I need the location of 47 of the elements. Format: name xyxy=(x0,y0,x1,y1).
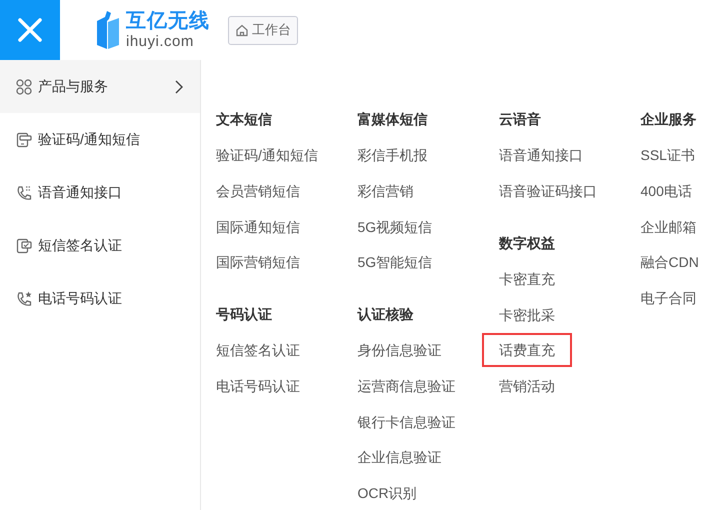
brand-domain: ihuyi.com xyxy=(126,34,195,49)
menu-link[interactable]: 400电话 xyxy=(624,174,694,208)
phone-message-icon xyxy=(16,132,32,148)
menu-link[interactable]: 国际营销短信 xyxy=(199,245,302,280)
category-heading: 富媒体短信 xyxy=(358,110,428,129)
close-icon xyxy=(17,17,43,43)
category-heading: 云语音 xyxy=(499,110,541,129)
sidebar-item[interactable]: 产品与服务 xyxy=(0,60,200,113)
menu-link[interactable]: SSL证书 xyxy=(624,138,697,172)
menu-link[interactable]: 短信签名认证 xyxy=(199,333,302,368)
menu-link[interactable]: 验证码/通知短信 xyxy=(199,138,320,172)
grid-icon xyxy=(16,78,32,94)
menu-link[interactable]: 5G智能短信 xyxy=(340,245,434,280)
category-heading: 数字权益 xyxy=(499,234,555,253)
category-heading: 号码认证 xyxy=(216,306,272,324)
menu-link[interactable]: OCR识别 xyxy=(340,476,419,510)
menu-link[interactable]: 电子合同 xyxy=(624,280,698,315)
menu-link[interactable]: 运营商信息验证 xyxy=(340,368,458,403)
category-heading: 文本短信 xyxy=(216,110,272,129)
phone-icon xyxy=(16,184,32,200)
category-heading: 企业服务 xyxy=(640,110,696,129)
menu-link[interactable]: 彩信手机报 xyxy=(340,138,430,172)
menu-link[interactable]: 彩信营销 xyxy=(340,174,416,208)
menu-link[interactable]: 话费直充 xyxy=(482,333,572,368)
home-icon xyxy=(235,23,249,37)
logo-icon xyxy=(95,11,120,49)
menu-link[interactable]: 卡密直充 xyxy=(482,262,557,296)
menu-link[interactable]: 企业信息验证 xyxy=(340,440,444,474)
chevron-right-icon xyxy=(174,80,184,94)
menu-link[interactable]: 语音验证码接口 xyxy=(482,174,599,208)
menu-link[interactable]: 语音通知接口 xyxy=(482,138,585,172)
menu-link[interactable]: 卡密批采 xyxy=(482,298,557,332)
menu-link[interactable]: 融合CDN xyxy=(624,245,701,280)
close-button[interactable] xyxy=(0,0,60,60)
brand-name: 互亿无线 xyxy=(126,11,210,31)
menu-link[interactable]: 5G视频短信 xyxy=(340,210,434,244)
menu-link[interactable]: 营销活动 xyxy=(482,368,557,403)
phone-star-icon xyxy=(16,290,32,306)
menu-link[interactable]: 身份信息验证 xyxy=(340,333,444,368)
menu-link[interactable]: 银行卡信息验证 xyxy=(340,404,458,439)
workbench-button[interactable]: 工作台 xyxy=(228,16,298,44)
menu-link[interactable]: 国际通知短信 xyxy=(199,210,302,244)
menu-link[interactable]: 企业邮箱 xyxy=(624,210,698,244)
phone-check-icon xyxy=(16,238,32,254)
category-heading: 认证核验 xyxy=(358,306,414,324)
menu-link[interactable]: 会员营销短信 xyxy=(199,174,302,208)
menu-link[interactable]: 电话号码认证 xyxy=(199,368,302,403)
